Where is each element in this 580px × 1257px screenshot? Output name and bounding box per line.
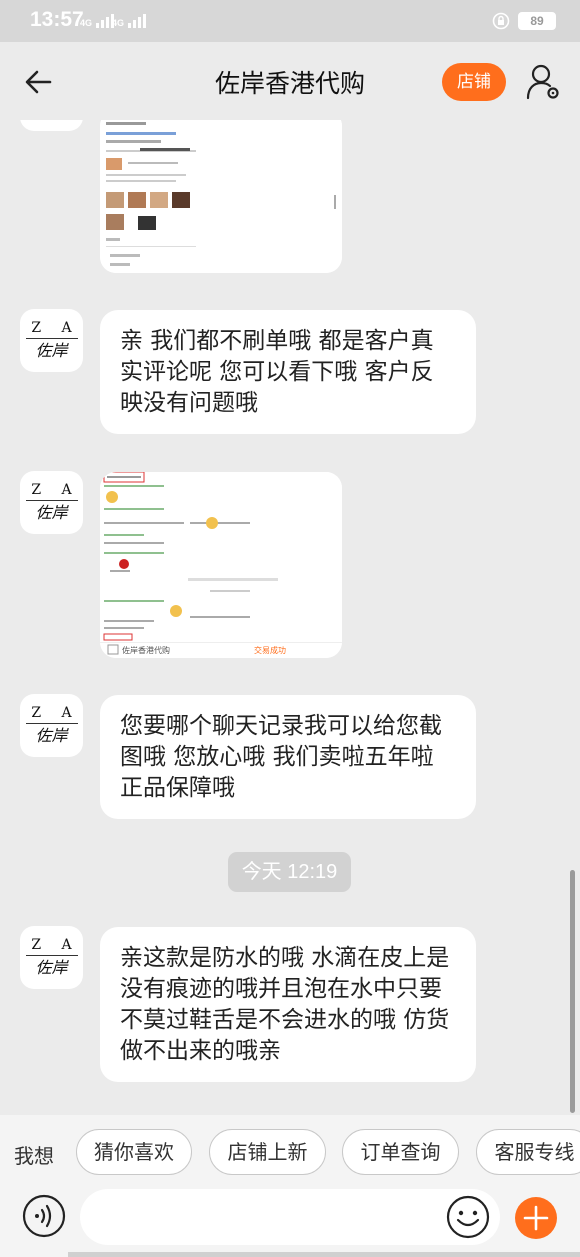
status-bar: 13:57 4G 4G 89: [0, 0, 580, 42]
image-message[interactable]: 佐岸香港代购 交易成功: [100, 472, 342, 658]
shop-avatar[interactable]: Z A 佐岸: [20, 926, 83, 989]
input-bar: [0, 1189, 580, 1257]
battery-indicator: 89: [518, 12, 556, 30]
signal-icon-2: 4G: [112, 14, 146, 28]
quick-reply-bar: 我想 猜你喜欢 店铺上新 订单查询 客服专线: [0, 1115, 580, 1191]
quick-label: 我想: [14, 1144, 54, 1168]
chat-log-screenshot-image: 佐岸香港代购 交易成功: [100, 472, 342, 658]
emoji-icon[interactable]: [446, 1195, 490, 1239]
message-input[interactable]: [80, 1189, 500, 1245]
shop-button[interactable]: 店铺: [442, 63, 506, 101]
message-bubble[interactable]: 您要哪个聊天记录我可以给您截图哦 您放心哦 我们卖啦五年啦 正品保障哦: [100, 695, 476, 819]
plus-icon[interactable]: [514, 1196, 558, 1240]
chip-customer-service[interactable]: 客服专线: [476, 1129, 580, 1175]
image-footer-status: 交易成功: [254, 645, 286, 655]
chat-header: 佐岸香港代购 店铺: [0, 42, 580, 120]
navigation-strip: [68, 1252, 580, 1257]
review-screenshot-image: [100, 120, 342, 273]
chat-messages[interactable]: Z A 佐岸 Z A: [0, 120, 580, 1115]
signal-icon: 4G: [80, 14, 114, 28]
shop-avatar[interactable]: Z A 佐岸: [20, 471, 83, 534]
chip-order-query[interactable]: 订单查询: [342, 1129, 459, 1175]
status-time: 13:57: [30, 8, 84, 31]
timestamp: 今天 12:19: [228, 852, 351, 892]
shop-avatar[interactable]: Z A 佐岸: [20, 694, 83, 757]
user-settings-icon[interactable]: [524, 62, 564, 102]
chip-shop-new[interactable]: 店铺上新: [209, 1129, 326, 1175]
message-bubble[interactable]: 亲这款是防水的哦 水滴在皮上是没有痕迹的哦并且泡在水中只要不莫过鞋舌是不会进水的…: [100, 927, 476, 1082]
shop-avatar[interactable]: Z A 佐岸: [20, 309, 83, 372]
voice-input-icon[interactable]: [22, 1194, 66, 1238]
chip-guess-you-like[interactable]: 猜你喜欢: [76, 1129, 192, 1175]
shop-avatar[interactable]: Z A 佐岸: [20, 120, 83, 131]
image-message[interactable]: [100, 120, 342, 273]
scrollbar[interactable]: [570, 870, 575, 1113]
image-footer-shop: 佐岸香港代购: [122, 645, 170, 655]
rotation-lock-icon: [492, 12, 510, 30]
message-bubble[interactable]: 亲 我们都不刷单哦 都是客户真实评论呢 您可以看下哦 客户反映没有问题哦: [100, 310, 476, 434]
